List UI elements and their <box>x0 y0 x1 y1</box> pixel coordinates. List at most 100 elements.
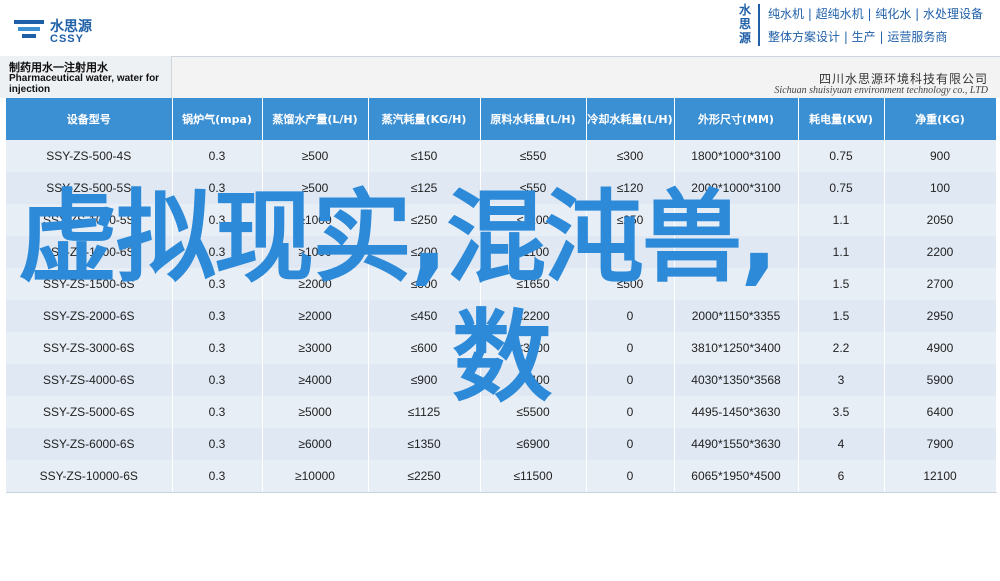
table-cell: SSY-ZS-10000-6S <box>6 460 173 493</box>
table-cell: ≥4000 <box>262 364 369 396</box>
table-cell: ≤250 <box>368 204 481 236</box>
column-header: 冷却水耗量(L/H) <box>586 98 675 140</box>
brand-divider <box>758 4 760 46</box>
table-cell: 2950 <box>884 300 997 332</box>
table-row: SSY-ZS-1500-6S 0.3 ≥2000 ≤300 ≤1650 ≤500 1.5 27… <box>6 268 997 300</box>
table-cell: 0.75 <box>798 140 885 172</box>
table-cell: 0.3 <box>172 428 263 460</box>
brand-logo[interactable]: 水思源 CSSY <box>14 14 124 48</box>
table-cell <box>674 268 799 300</box>
table-cell: 0.3 <box>172 140 263 172</box>
table-cell: ≥1000 <box>262 236 369 268</box>
table-cell: SSY-ZS-2000-6S <box>6 300 173 332</box>
table-cell: SSY-ZS-500-4S <box>6 140 173 172</box>
table-cell: ≤1100 <box>480 236 587 268</box>
table-cell: ≤900 <box>368 364 481 396</box>
table-cell: ≥6000 <box>262 428 369 460</box>
table-cell: 0 <box>586 300 675 332</box>
table-cell: ≥5000 <box>262 396 369 428</box>
table-cell: 1.1 <box>798 236 885 268</box>
table-cell: ≥1000 <box>262 204 369 236</box>
table-cell: SSY-ZS-1000-5S <box>6 204 173 236</box>
table-cell: ≤300 <box>368 268 481 300</box>
table-cell: ≤1125 <box>368 396 481 428</box>
table-cell: SSY-ZS-4000-6S <box>6 364 173 396</box>
table-cell: 900 <box>884 140 997 172</box>
table-cell <box>674 236 799 268</box>
table-cell: 2000*1150*3355 <box>674 300 799 332</box>
table-cell: ≤500 <box>586 268 675 300</box>
brand-vertical-name: 水思源 <box>739 3 752 45</box>
table-cell: 0.3 <box>172 364 263 396</box>
tagline-products: 纯水机 | 超纯水机 | 纯化水 | 水处理设备 <box>768 7 984 21</box>
table-cell: 2200 <box>884 236 997 268</box>
table-cell: SSY-ZS-5000-6S <box>6 396 173 428</box>
table-cell: 4490*1550*3630 <box>674 428 799 460</box>
table-cell: 3.5 <box>798 396 885 428</box>
table-cell: 4495-1450*3630 <box>674 396 799 428</box>
column-header: 设备型号 <box>6 98 173 140</box>
table-cell: ≤550 <box>480 140 587 172</box>
table-cell: SSY-ZS-500-5S <box>6 172 173 204</box>
table-cell: 2050 <box>884 204 997 236</box>
table-cell: ≤120 <box>586 172 675 204</box>
table-cell: 1.5 <box>798 300 885 332</box>
column-header: 蒸馏水产量(L/H) <box>262 98 369 140</box>
table-body: SSY-ZS-500-4S 0.3 ≥500 ≤150 ≤550 ≤300 1800*100… <box>6 140 997 493</box>
column-header: 锅炉气(mpa) <box>172 98 263 140</box>
table-cell: ≤1650 <box>480 268 587 300</box>
table-cell: 0 <box>586 236 675 268</box>
table-cell: 0 <box>586 364 675 396</box>
logo-name-en: CSSY <box>50 33 84 45</box>
table-cell: 2000*1000*3100 <box>674 172 799 204</box>
table-cell: 12100 <box>884 460 997 493</box>
table-cell: 0 <box>586 460 675 493</box>
column-header: 蒸汽耗量(KG/H) <box>368 98 481 140</box>
table-cell: ≤600 <box>368 332 481 364</box>
table-cell: ≥3000 <box>262 332 369 364</box>
table-cell: ≤6900 <box>480 428 587 460</box>
table-row: SSY-ZS-3000-6S 0.3 ≥3000 ≤600 ≤3300 0 3810*125… <box>6 332 997 364</box>
table-cell: ≤550 <box>480 172 587 204</box>
table-cell: 0.3 <box>172 268 263 300</box>
product-title-box: 制药用水一注射用水 Pharmaceutical water, water fo… <box>0 56 172 98</box>
water-drop-logo-icon <box>14 20 44 38</box>
table-cell: 0.3 <box>172 396 263 428</box>
table-cell: ≤300 <box>586 140 675 172</box>
table-row: SSY-ZS-5000-6S 0.3 ≥5000 ≤1125 ≤5500 0 4495-14… <box>6 396 997 428</box>
table-cell: ≤450 <box>368 300 481 332</box>
table-cell: 0 <box>586 396 675 428</box>
table-cell: 0.3 <box>172 332 263 364</box>
table-cell: SSY-ZS-1500-6S <box>6 268 173 300</box>
table-row: SSY-ZS-500-4S 0.3 ≥500 ≤150 ≤550 ≤300 1800*100… <box>6 140 997 172</box>
table-cell: ≥2000 <box>262 300 369 332</box>
table-cell: ≤3300 <box>480 332 587 364</box>
table-row: SSY-ZS-6000-6S 0.3 ≥6000 ≤1350 ≤6900 0 4490*15… <box>6 428 997 460</box>
table-cell: 0.3 <box>172 300 263 332</box>
table-cell: 0.3 <box>172 236 263 268</box>
table-cell: 0 <box>586 332 675 364</box>
table-cell: 6 <box>798 460 885 493</box>
table-cell: 0.3 <box>172 460 263 493</box>
table-row: SSY-ZS-2000-6S 0.3 ≥2000 ≤450 ≤2200 0 2000*115… <box>6 300 997 332</box>
table-cell: 6065*1950*4500 <box>674 460 799 493</box>
table-cell: ≤125 <box>368 172 481 204</box>
table-cell: SSY-ZS-1000-6S <box>6 236 173 268</box>
table-cell: ≤200 <box>368 236 481 268</box>
table-cell: 3 <box>798 364 885 396</box>
table-cell: ≤150 <box>368 140 481 172</box>
column-header: 耗电量(KW) <box>798 98 885 140</box>
table-cell: 4030*1350*3568 <box>674 364 799 396</box>
table-cell: 4 <box>798 428 885 460</box>
table-cell: ≥10000 <box>262 460 369 493</box>
table-cell: ≤2200 <box>480 300 587 332</box>
table-cell: 3810*1250*3400 <box>674 332 799 364</box>
table-cell: 5900 <box>884 364 997 396</box>
table-cell: 6400 <box>884 396 997 428</box>
table-cell: 0.3 <box>172 204 263 236</box>
spec-table: 设备型号 锅炉气(mpa) 蒸馏水产量(L/H) 蒸汽耗量(KG/H) 原料水耗量(L/… <box>6 98 997 493</box>
tagline-services: 整体方案设计 | 生产 | 运营服务商 <box>768 30 948 44</box>
table-cell: SSY-ZS-6000-6S <box>6 428 173 460</box>
table-cell: ≤5500 <box>480 396 587 428</box>
table-cell <box>674 204 799 236</box>
